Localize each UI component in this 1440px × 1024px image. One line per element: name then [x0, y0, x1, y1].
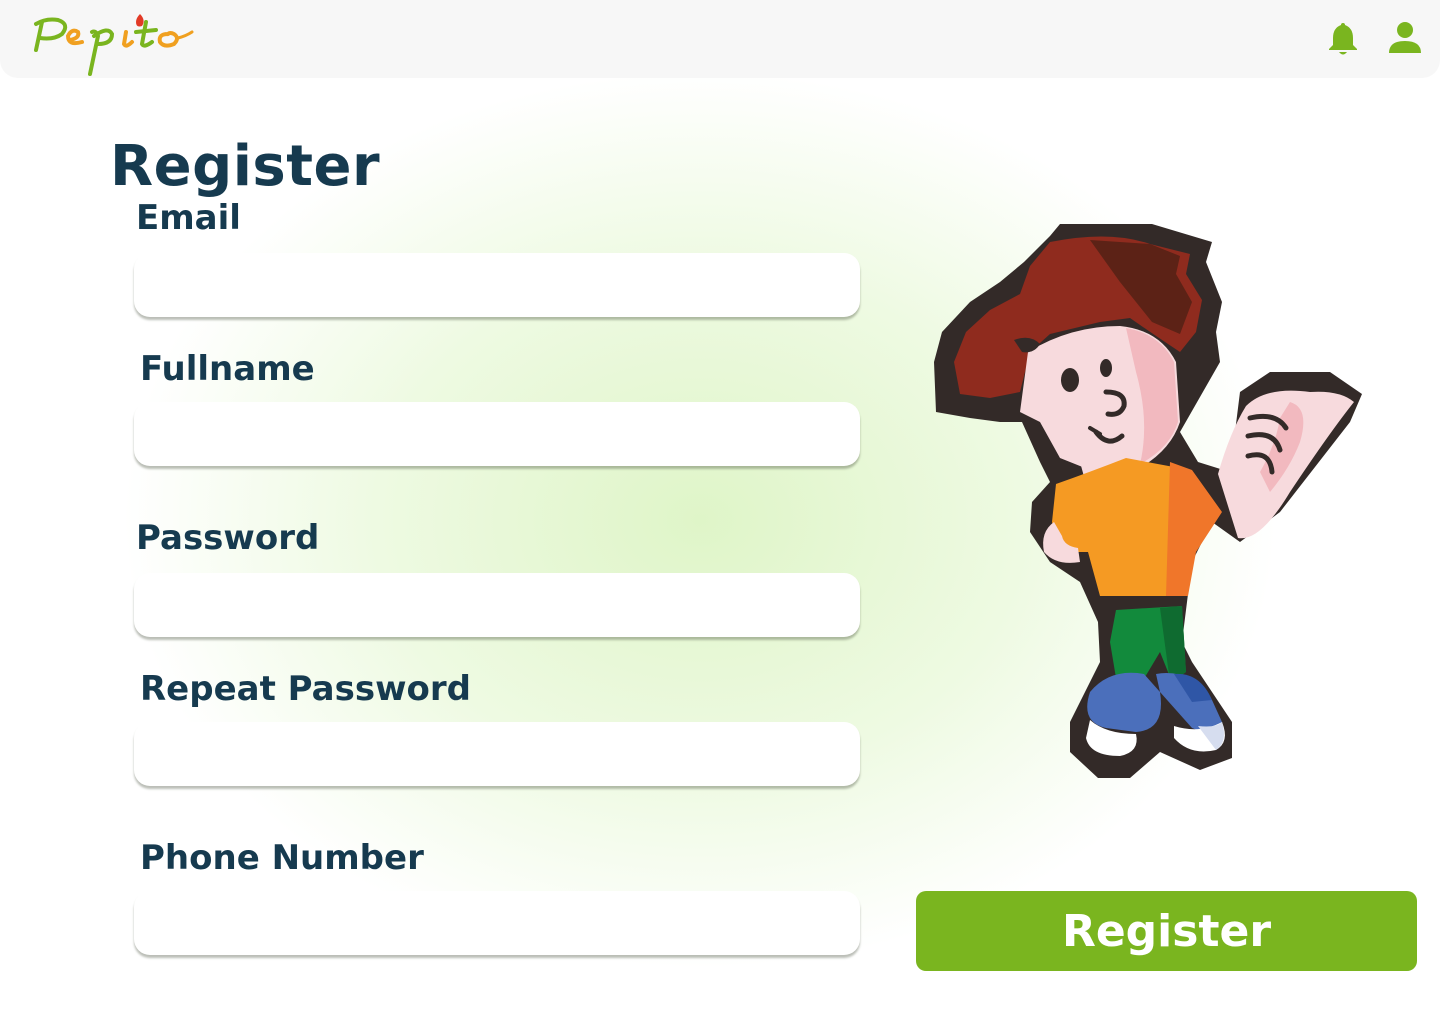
bell-icon[interactable]: [1326, 20, 1360, 56]
password-field[interactable]: [134, 573, 860, 637]
mascot-illustration: [934, 224, 1362, 778]
page-title: Register: [110, 134, 381, 199]
password-label: Password: [136, 518, 320, 558]
fullname-field[interactable]: [134, 402, 860, 466]
fullname-label: Fullname: [140, 349, 315, 389]
email-label: Email: [136, 198, 241, 238]
pepito-logo[interactable]: [28, 8, 200, 78]
repeat-password-label: Repeat Password: [140, 669, 471, 709]
repeat-password-field[interactable]: [134, 722, 860, 786]
user-icon[interactable]: [1388, 20, 1422, 54]
top-bar: [0, 0, 1440, 78]
register-button[interactable]: Register: [916, 891, 1417, 971]
phone-number-label: Phone Number: [140, 838, 424, 878]
phone-number-field[interactable]: [134, 891, 860, 955]
email-field[interactable]: [134, 253, 860, 317]
